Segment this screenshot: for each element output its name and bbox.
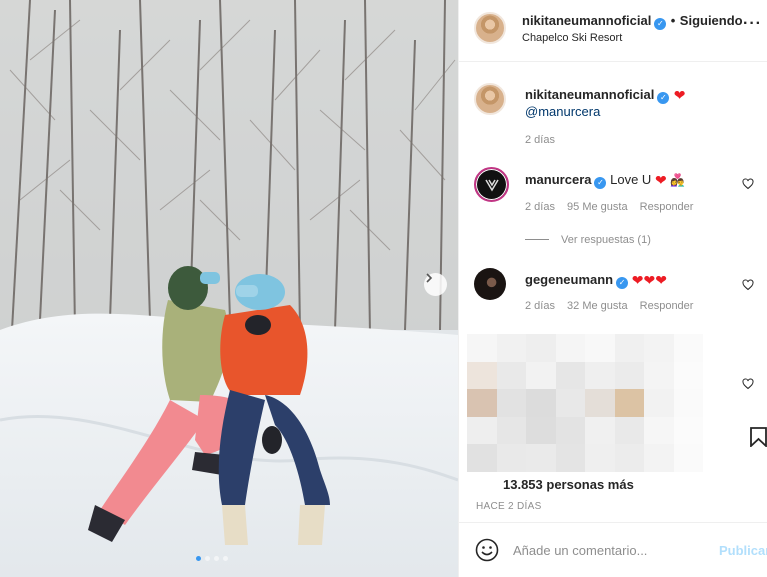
couple-emoji: 👩‍❤️‍👨 <box>670 173 686 187</box>
view-replies-label: Ver respuestas (1) <box>561 234 651 246</box>
comment-avatar-manurcera[interactable] <box>474 167 509 202</box>
author-avatar[interactable] <box>474 12 506 44</box>
view-replies-button[interactable]: Ver respuestas (1) <box>525 234 651 246</box>
post-age[interactable]: HACE 2 DÍAS <box>476 501 542 512</box>
comment-2-meta: 2 días 32 Me gusta Responder <box>525 300 693 312</box>
reply-button[interactable]: Responder <box>640 201 694 213</box>
post-photo[interactable] <box>0 0 458 577</box>
heart-outline-icon[interactable] <box>742 279 754 291</box>
author-username[interactable]: nikitaneumannoficial <box>522 13 651 28</box>
comment-1-meta: 2 días 95 Me gusta Responder <box>525 201 693 213</box>
comment-likes[interactable]: 32 Me gusta <box>567 300 628 312</box>
comment-time[interactable]: 2 días <box>525 201 555 213</box>
heart-outline-icon[interactable] <box>742 378 754 390</box>
publish-button[interactable]: Publicar <box>719 543 767 558</box>
next-photo-button[interactable] <box>424 273 447 296</box>
verified-badge-icon: ✓ <box>616 277 629 289</box>
chevron-right-icon <box>426 273 433 283</box>
comment-input[interactable] <box>513 540 703 560</box>
carousel-dot-active <box>196 556 201 561</box>
likes-summary[interactable]: 13.853 personas más <box>503 477 634 492</box>
caption-time[interactable]: 2 días <box>525 134 555 146</box>
verified-badge-icon: ✓ <box>657 92 670 104</box>
comment-likes[interactable]: 95 Me gusta <box>567 201 628 213</box>
verified-badge-icon: ✓ <box>594 177 607 189</box>
bookmark-icon[interactable] <box>749 427 767 447</box>
caption-username[interactable]: nikitaneumannoficial <box>525 87 654 102</box>
follow-status-button[interactable]: Siguiendo <box>680 13 743 28</box>
comment-time[interactable]: 2 días <box>525 300 555 312</box>
carousel-dot <box>223 556 228 561</box>
comment-username[interactable]: gegeneumann <box>525 272 613 287</box>
more-horizontal-icon[interactable]: ··· <box>743 15 762 33</box>
logo-icon <box>484 179 499 191</box>
verified-badge-icon: ✓ <box>654 18 667 30</box>
comment-1: manurcera ✓ Love U ❤ 👩‍❤️‍👨 <box>525 172 685 189</box>
divider <box>459 522 767 523</box>
replies-line <box>525 239 549 240</box>
smiley-icon[interactable] <box>475 538 499 562</box>
comment-avatar-gegeneumann[interactable] <box>474 268 506 300</box>
caption-mention[interactable]: @manurcera <box>525 104 600 119</box>
reply-button[interactable]: Responder <box>640 300 694 312</box>
heart-emoji: ❤ <box>673 87 686 103</box>
heart-emoji: ❤ <box>654 172 667 188</box>
carousel-dot <box>214 556 219 561</box>
post-header: nikitaneumannoficial ✓ • Siguiendo Chapel… <box>459 0 767 62</box>
post-location[interactable]: Chapelco Ski Resort <box>522 32 622 44</box>
heart-outline-icon[interactable] <box>742 178 754 190</box>
comment-username[interactable]: manurcera <box>525 172 591 187</box>
pixelated-region <box>467 334 703 472</box>
caption-avatar[interactable] <box>474 83 506 115</box>
carousel-dots <box>196 556 228 561</box>
snow-scene-image <box>0 0 458 577</box>
follow-separator: • <box>670 13 676 28</box>
carousel-dot <box>205 556 210 561</box>
comment-text: Love U <box>610 172 652 187</box>
post-side-panel: nikitaneumannoficial ✓ • Siguiendo Chapel… <box>458 0 767 577</box>
hearts-emoji: ❤❤❤ <box>631 272 667 288</box>
comment-2: gegeneumann ✓ ❤❤❤ <box>525 272 667 289</box>
